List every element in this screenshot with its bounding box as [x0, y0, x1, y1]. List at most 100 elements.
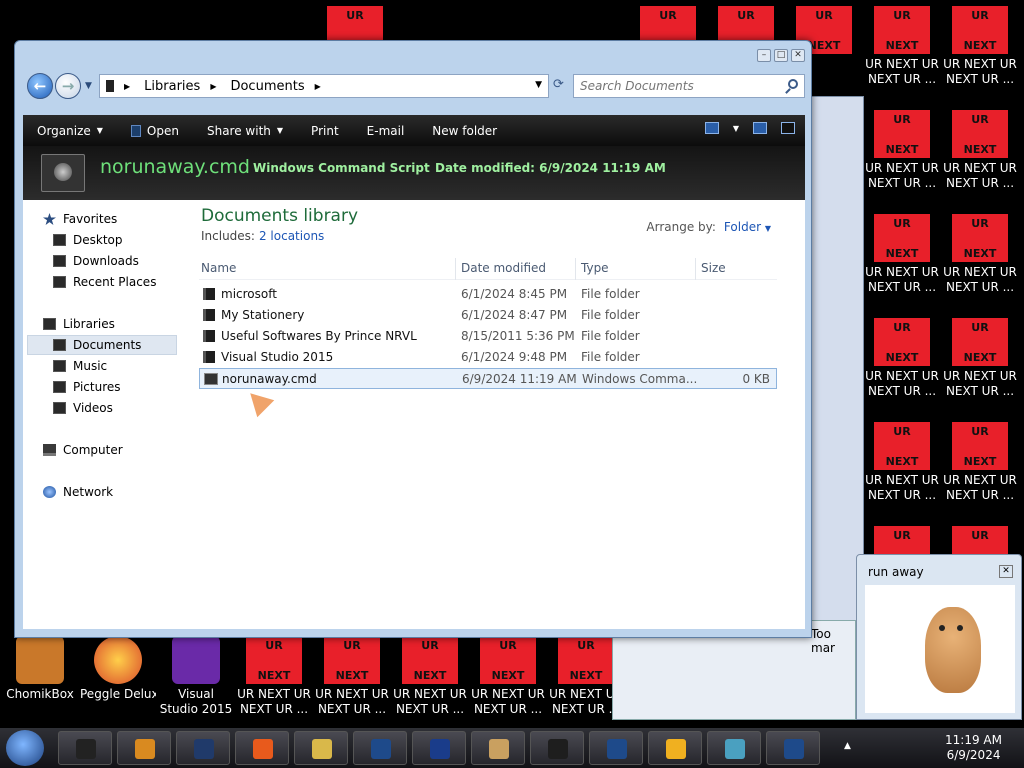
taskbar-button[interactable] — [471, 731, 525, 765]
run-away-window[interactable]: run away ✕ — [856, 554, 1022, 720]
breadcrumb-separator-icon[interactable]: ▶ — [124, 82, 130, 91]
taskbar-button[interactable] — [353, 731, 407, 765]
column-header-name[interactable]: Name — [201, 261, 236, 275]
desktop-icon-ur-next[interactable]: UR NEXT UR NEXT UR NEXT UR ... — [864, 110, 940, 191]
back-button[interactable]: ← — [27, 73, 53, 99]
preview-pane-icon[interactable] — [753, 122, 767, 134]
nav-music[interactable]: Music — [53, 356, 107, 376]
taskbar-button[interactable] — [412, 731, 466, 765]
maximize-button[interactable]: □ — [774, 49, 788, 62]
popup-close-button[interactable]: ✕ — [999, 565, 1013, 578]
change-view-icon[interactable] — [704, 122, 719, 134]
new-folder-button[interactable]: New folder — [418, 124, 511, 138]
file-row[interactable]: My Stationery 6/1/2024 8:47 PM File folder — [199, 305, 777, 326]
search-icon[interactable] — [788, 79, 798, 89]
column-header-size[interactable]: Size — [701, 261, 726, 275]
show-hidden-icons[interactable]: ▲ — [844, 741, 851, 751]
recent-pages-dropdown[interactable]: ▼ — [85, 81, 92, 91]
desktop-icon-ur-next[interactable]: UR NEXT UR NEXT UR NEXT UR ... — [942, 422, 1018, 503]
nav-downloads[interactable]: Downloads — [53, 251, 139, 271]
taskbar-button[interactable] — [235, 731, 289, 765]
column-divider[interactable] — [695, 258, 696, 280]
file-row[interactable]: Useful Softwares By Prince NRVL 8/15/2011… — [199, 326, 777, 347]
desktop-icon-visual-studio[interactable]: Visual Studio 2015 — [158, 636, 234, 717]
clock-date: 6/9/2024 — [946, 748, 1001, 762]
desktop-icon-ur-next[interactable]: UR NEXT UR NEXT UR NEXT UR ... — [942, 110, 1018, 191]
desktop-icon-ur-next[interactable]: UR NEXT UR NEXT UR NEXT UR ... — [942, 6, 1018, 87]
column-header-type[interactable]: Type — [581, 261, 609, 275]
search-box[interactable] — [573, 74, 805, 98]
ur-tile-icon: UR NEXT — [246, 636, 302, 684]
breadcrumb-separator-icon[interactable]: ▶ — [315, 82, 321, 91]
nav-documents[interactable]: Documents — [27, 335, 177, 355]
desktop-icon-ur-next[interactable]: UR NEXT UR NEXT UR NEXT UR ... — [392, 636, 468, 717]
breadcrumb-libraries[interactable]: Libraries — [144, 79, 200, 94]
desktop-icon-peggle[interactable]: Peggle Deluxe — [80, 636, 156, 702]
content-area: Favorites Desktop Downloads Recent Place… — [23, 200, 805, 629]
file-row[interactable]: microsoft 6/1/2024 8:45 PM File folder — [199, 284, 777, 305]
start-button[interactable] — [6, 730, 44, 766]
desktop-icon-ur-next[interactable]: UR NEXT UR NEXT UR NEXT UR ... — [942, 214, 1018, 295]
open-button[interactable]: Open — [117, 124, 193, 138]
desktop-icon-ur-next[interactable]: UR NEXT UR NEXT UR NEXT UR ... — [236, 636, 312, 717]
nav-network[interactable]: Network — [43, 482, 113, 502]
videos-icon — [53, 402, 66, 414]
desktop-icon-ur-next[interactable]: UR NEXT UR NEXT UR NEXT UR ... — [864, 422, 940, 503]
taskbar-button[interactable] — [530, 731, 584, 765]
library-locations-link[interactable]: 2 locations — [259, 229, 324, 243]
minimize-button[interactable]: – — [757, 49, 771, 62]
desktop-icon-ur-next[interactable]: UR NEXT UR NEXT UR NEXT UR ... — [314, 636, 390, 717]
desktop-icon-ur-next[interactable]: UR NEXT UR NEXT UR NEXT UR ... — [942, 318, 1018, 399]
chevron-down-icon[interactable]: ▼ — [733, 124, 739, 133]
library-header: Documents library Includes: 2 locations — [201, 206, 358, 243]
nav-favorites[interactable]: Favorites — [43, 209, 117, 229]
column-divider[interactable] — [575, 258, 576, 280]
close-button[interactable]: ✕ — [791, 49, 805, 62]
nav-pictures[interactable]: Pictures — [53, 377, 121, 397]
desktop-icon-ur-next[interactable]: UR NEXT UR NEXT UR NEXT UR ... — [864, 318, 940, 399]
file-row[interactable]: Visual Studio 2015 6/1/2024 9:48 PM File f… — [199, 347, 777, 368]
address-dropdown-icon[interactable]: ▼ — [535, 80, 542, 90]
taskbar-button[interactable] — [707, 731, 761, 765]
taskbar-button[interactable] — [648, 731, 702, 765]
taskbar-button[interactable] — [58, 731, 112, 765]
help-icon[interactable] — [781, 122, 795, 134]
file-row[interactable]: norunaway.cmd 6/9/2024 11:19 AM Windows Co… — [199, 368, 777, 389]
organize-button[interactable]: Organize ▼ — [23, 124, 117, 138]
taskbar-button[interactable] — [589, 731, 643, 765]
details-pane: norunaway.cmd Windows Command Script Dat… — [23, 146, 805, 200]
file-list: microsoft 6/1/2024 8:45 PM File folder My S… — [199, 284, 777, 389]
nav-videos[interactable]: Videos — [53, 398, 113, 418]
desktop-icon-chomikbox[interactable]: ChomikBox — [2, 636, 78, 702]
column-divider[interactable] — [455, 258, 456, 280]
breadcrumb-documents[interactable]: Documents — [230, 79, 304, 94]
background-window[interactable] — [810, 96, 864, 626]
clock[interactable]: 11:19 AM 6/9/2024 — [945, 733, 1002, 763]
column-header-date[interactable]: Date modified — [461, 261, 546, 275]
forward-button[interactable]: → — [55, 73, 81, 99]
search-input[interactable] — [574, 75, 774, 97]
arrange-by-dropdown[interactable]: Folder ▼ — [724, 220, 771, 234]
breadcrumb-separator-icon[interactable]: ▶ — [210, 82, 216, 91]
taskbar-button[interactable] — [117, 731, 171, 765]
print-button[interactable]: Print — [297, 124, 353, 138]
ur-tile-icon: UR NEXT — [952, 6, 1008, 54]
nav-computer[interactable]: Computer — [43, 440, 123, 460]
address-bar[interactable]: ▶ Libraries ▶ Documents ▶ ▼ — [99, 74, 549, 98]
nav-recent-places[interactable]: Recent Places — [53, 272, 156, 292]
desktop-icon-ur-next[interactable]: UR NEXT UR NEXT UR NEXT UR ... — [864, 6, 940, 87]
taskbar-button[interactable] — [294, 731, 348, 765]
desktop-icon-ur-next[interactable]: UR NEXT UR NEXT UR NEXT UR ... — [470, 636, 546, 717]
app-icon — [784, 739, 804, 759]
file-date: 6/1/2024 8:45 PM — [461, 287, 568, 301]
share-with-button[interactable]: Share with ▼ — [193, 124, 297, 138]
email-button[interactable]: E-mail — [353, 124, 419, 138]
refresh-icon[interactable]: ⟳ — [553, 77, 564, 92]
explorer-window[interactable]: – □ ✕ ← → ▼ ▶ Libraries ▶ Documents ▶ ▼ … — [14, 40, 812, 638]
nav-desktop[interactable]: Desktop — [53, 230, 123, 250]
taskbar-button[interactable] — [766, 731, 820, 765]
desktop-icon-ur-next[interactable]: UR NEXT UR NEXT UR NEXT UR ... — [864, 214, 940, 295]
file-date: 8/15/2011 5:36 PM — [461, 329, 575, 343]
nav-libraries[interactable]: Libraries — [43, 314, 115, 334]
taskbar-button[interactable] — [176, 731, 230, 765]
